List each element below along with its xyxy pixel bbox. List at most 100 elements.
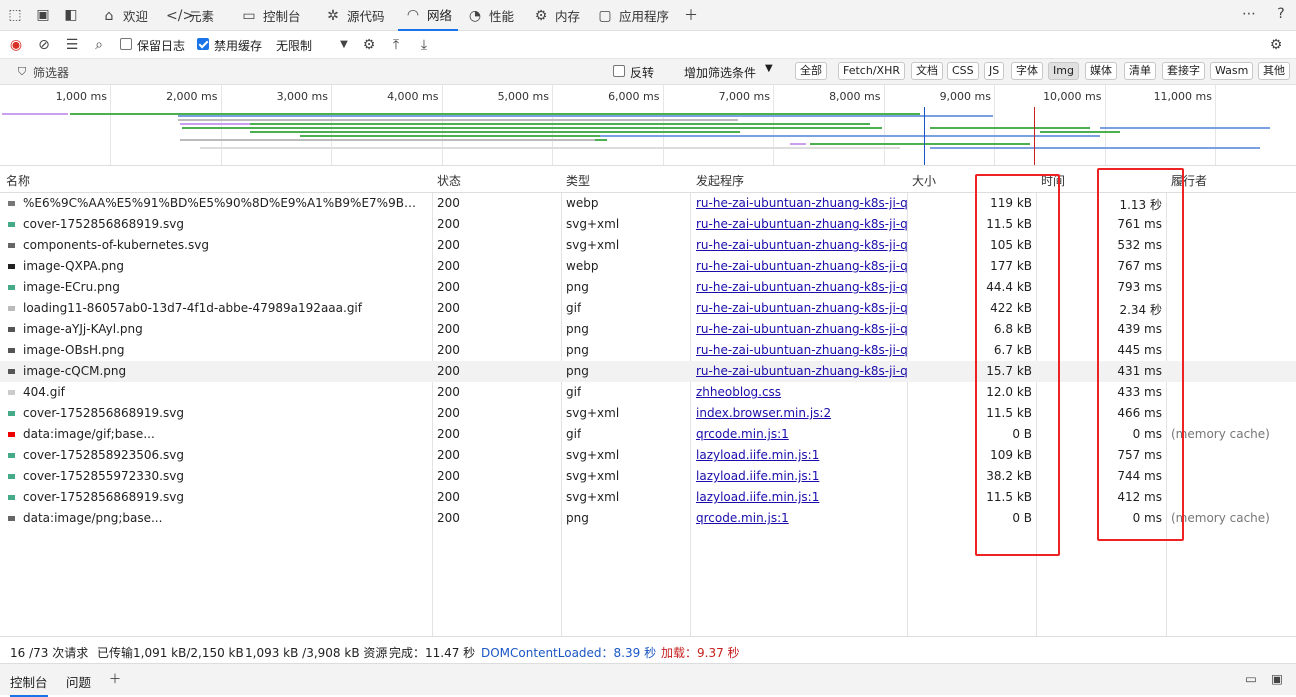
row-initiator-link[interactable]: index.browser.min.js:2 <box>696 406 908 420</box>
timeline-gridline <box>884 85 885 166</box>
drawer-tab-console[interactable]: 控制台 <box>10 672 48 697</box>
row-name[interactable]: components-of-kubernetes.svg <box>23 238 425 252</box>
row-initiator-link[interactable]: lazyload.iife.min.js:1 <box>696 490 908 504</box>
timeline-tick-label: 4,000 ms <box>359 90 439 103</box>
row-name[interactable]: 404.gif <box>23 385 425 399</box>
close-drawer-icon[interactable]: ▣ <box>1268 670 1286 688</box>
tab-performance[interactable]: ◔性能 <box>466 0 514 31</box>
row-name[interactable]: loading11-86057ab0-13d7-4f1d-abbe-47989a… <box>23 301 425 315</box>
row-name[interactable]: cover-1752856868919.svg <box>23 217 425 231</box>
import-icon[interactable]: ⤒ <box>387 36 405 54</box>
record-icon[interactable]: ◉ <box>7 36 25 54</box>
home-icon: ⌂ <box>100 7 118 25</box>
row-status: 200 <box>437 448 460 462</box>
tab-sources[interactable]: ✲源代码 <box>324 0 385 31</box>
filter-input[interactable]: 筛选器 <box>33 64 69 81</box>
status-transferred: 已传输1,091 kB/2,150 kB <box>97 644 244 661</box>
header-size[interactable]: 大小 <box>912 172 936 189</box>
device-toolbar-icon[interactable]: ▣ <box>34 6 52 24</box>
type-filter-manifest[interactable]: 清单 <box>1124 62 1156 80</box>
type-filter-other[interactable]: 其他 <box>1258 62 1290 80</box>
row-initiator-link[interactable]: zhheoblog.css <box>696 385 908 399</box>
header-type[interactable]: 类型 <box>566 172 590 189</box>
disable-cache-checkbox[interactable] <box>197 38 209 50</box>
row-initiator-link[interactable]: ru-he-zai-ubuntuan-zhuang-k8s-ji-qun <box>696 343 908 357</box>
tab-console[interactable]: ▭控制台 <box>240 0 301 31</box>
row-name[interactable]: cover-1752855972330.svg <box>23 469 425 483</box>
row-name[interactable]: image-QXPA.png <box>23 259 425 273</box>
row-name[interactable]: cover-1752856868919.svg <box>23 490 425 504</box>
row-initiator-link[interactable]: ru-he-zai-ubuntuan-zhuang-k8s-ji-qun <box>696 364 908 378</box>
row-initiator-link[interactable]: ru-he-zai-ubuntuan-zhuang-k8s-ji-qun <box>696 196 908 210</box>
inspect-icon[interactable]: ⬚ <box>6 6 24 24</box>
row-name[interactable]: %E6%9C%AA%E5%91%BD%E5%90%8D%E9%A1%B9%E7%… <box>23 196 425 210</box>
row-name[interactable]: image-ECru.png <box>23 280 425 294</box>
row-name[interactable]: image-aYJj-KAyl.png <box>23 322 425 336</box>
row-initiator-link[interactable]: ru-he-zai-ubuntuan-zhuang-k8s-ji-qun <box>696 322 908 336</box>
row-initiator-link[interactable]: qrcode.min.js:1 <box>696 427 908 441</box>
dock-drawer-icon[interactable]: ▭ <box>1242 670 1260 688</box>
help-icon[interactable]: ? <box>1272 5 1290 23</box>
throttle-select[interactable]: 无限制 <box>276 37 312 54</box>
filter-icon: ⛉ <box>13 63 31 81</box>
row-status: 200 <box>437 259 460 273</box>
row-initiator-link[interactable]: lazyload.iife.min.js:1 <box>696 448 908 462</box>
type-filter-doc[interactable]: 文档 <box>911 62 943 80</box>
row-type: png <box>566 364 589 378</box>
type-filter-all[interactable]: 全部 <box>795 62 827 80</box>
type-filter-css[interactable]: CSS <box>947 62 979 80</box>
row-initiator-link[interactable]: ru-he-zai-ubuntuan-zhuang-k8s-ji-qun <box>696 238 908 252</box>
add-tab-button[interactable]: ＋ <box>682 0 700 31</box>
tab-memory[interactable]: ⚙内存 <box>532 0 580 31</box>
row-initiator-link[interactable]: ru-he-zai-ubuntuan-zhuang-k8s-ji-qun <box>696 301 908 315</box>
type-filter-wasm[interactable]: Wasm <box>1210 62 1253 80</box>
export-icon[interactable]: ⤓ <box>415 36 433 54</box>
row-name[interactable]: cover-1752858923506.svg <box>23 448 425 462</box>
header-status[interactable]: 状态 <box>437 172 461 189</box>
chevron-down-icon[interactable]: ▼ <box>335 36 353 54</box>
row-initiator-link[interactable]: ru-he-zai-ubuntuan-zhuang-k8s-ji-qun <box>696 217 908 231</box>
row-name[interactable]: data:image/gif;base... <box>23 427 425 441</box>
row-initiator-link[interactable]: lazyload.iife.min.js:1 <box>696 469 908 483</box>
file-type-icon <box>8 411 15 416</box>
preserve-log-checkbox[interactable] <box>120 38 132 50</box>
row-initiator-link[interactable]: qrcode.min.js:1 <box>696 511 908 525</box>
highlight-box-time <box>1097 168 1184 541</box>
code-icon: </> <box>166 7 184 25</box>
type-filter-font[interactable]: 字体 <box>1011 62 1043 80</box>
settings-gear-icon[interactable]: ⚙ <box>1267 36 1285 54</box>
invert-checkbox[interactable] <box>613 65 625 77</box>
tab-welcome[interactable]: ⌂欢迎 <box>100 0 148 31</box>
tab-application[interactable]: ▢应用程序 <box>596 0 669 31</box>
plus-icon[interactable]: ＋ <box>106 670 124 688</box>
row-name[interactable]: image-OBsH.png <box>23 343 425 357</box>
row-type: webp <box>566 259 598 273</box>
tab-elements[interactable]: </>元素 <box>166 0 214 31</box>
row-name[interactable]: image-cQCM.png <box>23 364 425 378</box>
row-name[interactable]: cover-1752856868919.svg <box>23 406 425 420</box>
header-name[interactable]: 名称 <box>6 172 30 189</box>
row-initiator-link[interactable]: ru-he-zai-ubuntuan-zhuang-k8s-ji-qun <box>696 259 908 273</box>
header-initiator[interactable]: 发起程序 <box>696 172 744 189</box>
filter-settings-icon[interactable]: ☰ <box>63 36 81 54</box>
type-filter-media[interactable]: 媒体 <box>1085 62 1117 80</box>
timeline-request-bar <box>250 131 740 133</box>
type-filter-fetch[interactable]: Fetch/XHR <box>838 62 905 80</box>
tab-network[interactable]: ◠网络 <box>398 0 458 31</box>
row-initiator-link[interactable]: ru-he-zai-ubuntuan-zhuang-k8s-ji-qun <box>696 280 908 294</box>
timeline-tick-label: 5,000 ms <box>469 90 549 103</box>
drawer-tab-issues[interactable]: 问题 <box>66 672 91 691</box>
more-icon[interactable]: ⋯ <box>1240 5 1258 23</box>
network-conditions-icon[interactable]: ⚙ <box>360 36 378 54</box>
type-filter-js[interactable]: JS <box>984 62 1004 80</box>
more-filters-dropdown[interactable]: 增加筛选条件 <box>684 64 756 81</box>
timeline-tick-label: 7,000 ms <box>690 90 770 103</box>
clear-icon[interactable]: ⊘ <box>35 36 53 54</box>
network-overview-timeline[interactable]: 1,000 ms2,000 ms3,000 ms4,000 ms5,000 ms… <box>0 85 1296 166</box>
type-filter-img[interactable]: Img <box>1048 62 1079 80</box>
dock-icon[interactable]: ◧ <box>62 6 80 24</box>
chevron-down-icon[interactable]: ▼ <box>765 63 773 74</box>
row-name[interactable]: data:image/png;base... <box>23 511 425 525</box>
search-icon[interactable]: ⌕ <box>90 36 108 54</box>
type-filter-socket[interactable]: 套接字 <box>1162 62 1205 80</box>
